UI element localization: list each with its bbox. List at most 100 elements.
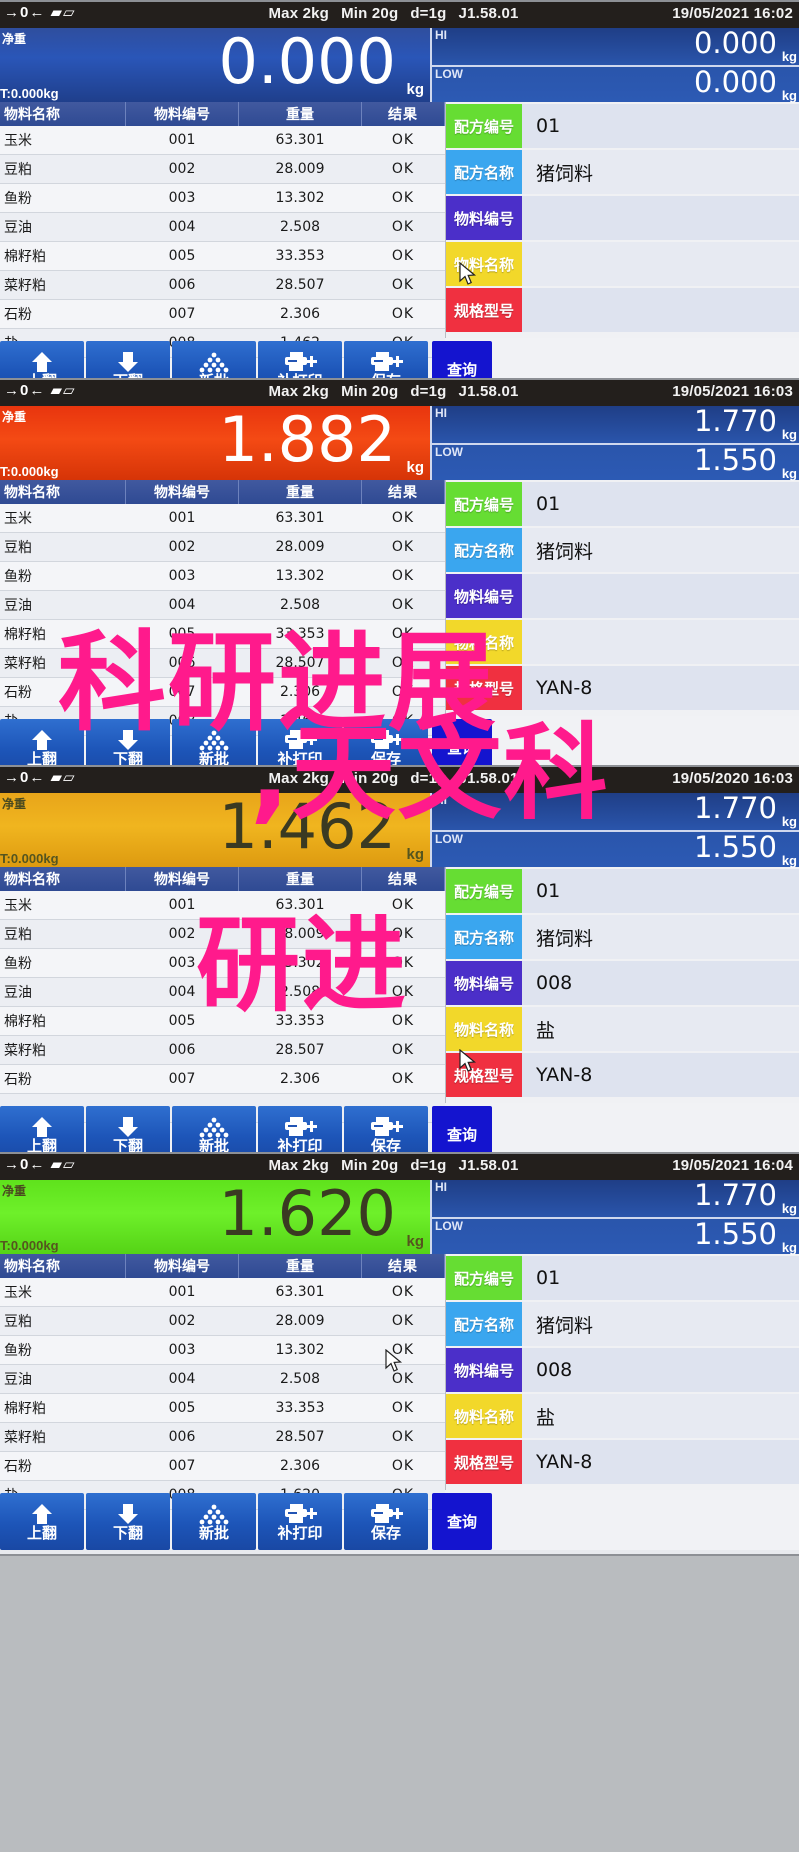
toolbar-button-arrow-up[interactable]: 上翻	[0, 341, 84, 380]
table-row[interactable]: 菜籽粕 006 28.507 OK	[0, 270, 445, 300]
table-row[interactable]: 玉米 001 63.301 OK	[0, 504, 445, 533]
side-tag-2[interactable]: 配方名称	[446, 528, 522, 572]
side-value-3[interactable]: 008	[522, 1348, 799, 1392]
arrow-down-icon	[115, 1115, 141, 1139]
side-tag-1[interactable]: 配方编号	[446, 104, 522, 148]
query-button[interactable]: 查询	[432, 1106, 492, 1154]
side-tag-4[interactable]: 物料名称	[446, 1394, 522, 1438]
table-row[interactable]: 豆油 004 2.508 OK	[0, 1364, 445, 1394]
query-button[interactable]: 查询	[432, 719, 492, 767]
side-value-1[interactable]: 01	[522, 869, 799, 913]
side-tag-3[interactable]: 物料编号	[446, 961, 522, 1005]
toolbar-button-printer-plus[interactable]: 补打印	[258, 719, 342, 767]
table-row[interactable]: 鱼粉 003 13.302 OK	[0, 183, 445, 213]
toolbar-button-arrow-up[interactable]: 上翻	[0, 719, 84, 767]
side-tag-1[interactable]: 配方编号	[446, 1256, 522, 1300]
side-value-4[interactable]: 盐	[522, 1007, 799, 1051]
side-value-5[interactable]	[522, 288, 799, 332]
table-row[interactable]: 石粉 007 2.306 OK	[0, 677, 445, 707]
side-tag-2[interactable]: 配方名称	[446, 915, 522, 959]
side-tag-2[interactable]: 配方名称	[446, 150, 522, 194]
side-tag-5[interactable]: 规格型号	[446, 666, 522, 710]
table-row[interactable]: 菜籽粕 006 28.507 OK	[0, 1035, 445, 1065]
toolbar-button-stack[interactable]: 新批	[172, 719, 256, 767]
toolbar-button-arrow-up[interactable]: 上翻	[0, 1106, 84, 1154]
side-tag-4[interactable]: 物料名称	[446, 242, 522, 286]
table-row[interactable]: 鱼粉 003 13.302 OK	[0, 948, 445, 978]
query-button[interactable]: 查询	[432, 341, 492, 380]
table-row[interactable]: 鱼粉 003 13.302 OK	[0, 561, 445, 591]
side-tag-3[interactable]: 物料编号	[446, 196, 522, 240]
toolbar-button-arrow-down[interactable]: 下翻	[86, 1493, 170, 1550]
toolbar-button-stack[interactable]: 新批	[172, 1493, 256, 1550]
table-row[interactable]: 棉籽粕 005 33.353 OK	[0, 1006, 445, 1036]
toolbar-button-arrow-down[interactable]: 下翻	[86, 1106, 170, 1154]
side-tag-5[interactable]: 规格型号	[446, 1440, 522, 1484]
toolbar-button-stack[interactable]: 新批	[172, 1106, 256, 1154]
side-value-5[interactable]: YAN-8	[522, 666, 799, 710]
table-row[interactable]: 鱼粉 003 13.302 OK	[0, 1335, 445, 1365]
toolbar-button-arrow-up[interactable]: 上翻	[0, 1493, 84, 1550]
toolbar-button-printer-save[interactable]: 保存	[344, 1106, 428, 1154]
toolbar-button-stack[interactable]: 新批	[172, 341, 256, 380]
max-spec: Max 2kg	[268, 1157, 330, 1174]
side-value-3[interactable]	[522, 574, 799, 618]
side-value-5[interactable]: YAN-8	[522, 1440, 799, 1484]
table-row[interactable]: 石粉 007 2.306 OK	[0, 1451, 445, 1481]
side-tag-4[interactable]: 物料名称	[446, 1007, 522, 1051]
side-value-4[interactable]	[522, 620, 799, 664]
side-value-4[interactable]	[522, 242, 799, 286]
side-value-2[interactable]: 猪饲料	[522, 528, 799, 572]
query-button[interactable]: 查询	[432, 1493, 492, 1550]
table-row[interactable]: 豆油 004 2.508 OK	[0, 212, 445, 242]
side-tag-3[interactable]: 物料编号	[446, 574, 522, 618]
toolbar-button-arrow-down[interactable]: 下翻	[86, 719, 170, 767]
side-value-5[interactable]: YAN-8	[522, 1053, 799, 1097]
table-row[interactable]: 豆油 004 2.508 OK	[0, 977, 445, 1007]
side-value-3[interactable]	[522, 196, 799, 240]
toolbar-button-printer-plus[interactable]: 补打印	[258, 1106, 342, 1154]
side-tag-1[interactable]: 配方编号	[446, 869, 522, 913]
table-row[interactable]: 菜籽粕 006 28.507 OK	[0, 1422, 445, 1452]
table-row[interactable]: 豆粕 002 28.009 OK	[0, 532, 445, 562]
side-value-2[interactable]: 猪饲料	[522, 915, 799, 959]
side-tag-5[interactable]: 规格型号	[446, 1053, 522, 1097]
side-value-2[interactable]: 猪饲料	[522, 150, 799, 194]
cell-material-name: 石粉	[0, 1451, 126, 1481]
cell-result: OK	[361, 648, 445, 678]
toolbar-button-printer-plus[interactable]: 补打印	[258, 1493, 342, 1550]
side-tag-4[interactable]: 物料名称	[446, 620, 522, 664]
side-tag-1[interactable]: 配方编号	[446, 482, 522, 526]
cell-material-code: 002	[125, 919, 239, 949]
side-value-2[interactable]: 猪饲料	[522, 1302, 799, 1346]
side-tag-3[interactable]: 物料编号	[446, 1348, 522, 1392]
cell-weight: 2.508	[238, 590, 362, 620]
table-row[interactable]: 玉米 001 63.301 OK	[0, 126, 445, 155]
table-row[interactable]: 玉米 001 63.301 OK	[0, 891, 445, 920]
table-row[interactable]: 豆粕 002 28.009 OK	[0, 154, 445, 184]
table-row[interactable]: 玉米 001 63.301 OK	[0, 1278, 445, 1307]
table-row[interactable]: 棉籽粕 005 33.353 OK	[0, 1393, 445, 1423]
table-row[interactable]: 豆油 004 2.508 OK	[0, 590, 445, 620]
side-value-1[interactable]: 01	[522, 1256, 799, 1300]
header-material-name: 物料名称	[0, 480, 126, 504]
table-row[interactable]: 棉籽粕 005 33.353 OK	[0, 241, 445, 271]
table-row[interactable]: 石粉 007 2.306 OK	[0, 1064, 445, 1094]
side-value-1[interactable]: 01	[522, 482, 799, 526]
side-value-3[interactable]: 008	[522, 961, 799, 1005]
table-row[interactable]: 豆粕 002 28.009 OK	[0, 919, 445, 949]
table-row[interactable]: 棉籽粕 005 33.353 OK	[0, 619, 445, 649]
toolbar-button-printer-plus[interactable]: 补打印	[258, 341, 342, 380]
side-value-1[interactable]: 01	[522, 104, 799, 148]
material-table: 物料名称 物料编号 重量 结果 玉米 001 63.301 OK 豆粕 002 28.009 OK 鱼粉…	[0, 480, 445, 736]
toolbar-button-printer-save[interactable]: 保存	[344, 341, 428, 380]
table-row[interactable]: 石粉 007 2.306 OK	[0, 299, 445, 329]
toolbar-button-arrow-down[interactable]: 下翻	[86, 341, 170, 380]
side-tag-2[interactable]: 配方名称	[446, 1302, 522, 1346]
table-row[interactable]: 豆粕 002 28.009 OK	[0, 1306, 445, 1336]
toolbar-button-printer-save[interactable]: 保存	[344, 719, 428, 767]
side-value-4[interactable]: 盐	[522, 1394, 799, 1438]
table-row[interactable]: 菜籽粕 006 28.507 OK	[0, 648, 445, 678]
side-tag-5[interactable]: 规格型号	[446, 288, 522, 332]
toolbar-button-printer-save[interactable]: 保存	[344, 1493, 428, 1550]
